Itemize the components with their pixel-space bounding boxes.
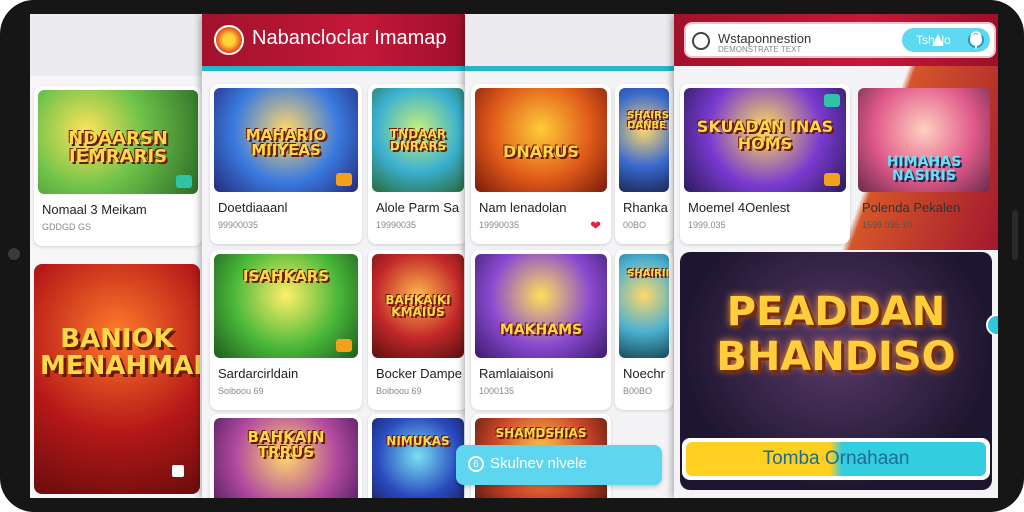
game-subtitle: 1000135 xyxy=(479,386,515,396)
game-thumbnail: BAHKAIKI KMAIUS xyxy=(372,254,464,358)
featured-promo[interactable]: PEADDAN BHANDISO Tomba Ornahaan xyxy=(680,252,992,490)
chat-icon[interactable]: ● xyxy=(862,28,886,52)
panel-header xyxy=(465,14,685,66)
game-subtitle: Boiboou 69 xyxy=(376,386,422,396)
game-name: Alole Parm Sa xyxy=(376,200,460,215)
game-thumbnail: ISAHKARS xyxy=(214,254,358,358)
thumbnail-caption: SHAMDSHIAS xyxy=(495,425,587,440)
game-card[interactable]: NIMUKAS xyxy=(368,414,468,498)
game-card[interactable]: NDAARSN IEMRARIS Nomaal 3 Meikam GDDGD G… xyxy=(34,86,202,246)
game-name: Noechr xyxy=(623,366,665,381)
game-name: Rhanka xyxy=(623,200,668,215)
thumbnail-caption: NIMUKAS xyxy=(386,434,450,449)
app-header: Wstaponnestion DEMONSTRATE TEXT Tshelo ●… xyxy=(674,14,998,66)
thumbnail-caption: HIMAHAS NASIRIS xyxy=(886,153,962,185)
thumbnail-caption: DNARUS xyxy=(503,142,579,162)
game-subtitle: GDDGD GS xyxy=(42,222,92,232)
game-name: Nomaal 3 Meikam xyxy=(42,202,147,217)
thumbnail-caption: MAHARIO MIIYEAS xyxy=(245,125,327,160)
thumbnail-caption: SHAIRIIN xyxy=(627,267,669,279)
home-button[interactable] xyxy=(172,465,184,477)
game-card[interactable]: MAHARIO MIIYEAS Doetdiaaanl 99900035 xyxy=(210,84,362,244)
game-thumbnail: TNDAAR DNRARS xyxy=(372,88,464,192)
game-thumbnail: SHAIRS DANBE xyxy=(619,88,669,192)
promo-button-label: Tomba Ornahaan xyxy=(686,442,986,476)
game-subtitle: B00BO xyxy=(623,386,653,396)
promo-button[interactable]: Tomba Ornahaan xyxy=(682,438,990,480)
panel-center: DNARUS Nam lenadolan 19990035 ❤ SHAIRS D… xyxy=(465,14,685,498)
header-strip xyxy=(202,66,468,71)
game-name: Doetdiaaanl xyxy=(218,200,288,215)
screen: NDAARSN IEMRARIS Nomaal 3 Meikam GDDGD G… xyxy=(30,14,998,498)
game-thumbnail: SHAIRIIN xyxy=(619,254,669,358)
thumbnail-caption: BAHKAIKI KMAIUS xyxy=(385,292,451,320)
game-card[interactable]: BAHKAIKI KMAIUS Bocker Dampe Boiboou 69 xyxy=(368,250,468,410)
game-subtitle: 19990035 xyxy=(479,220,520,230)
promo-caption: PEADDAN BHANDISO xyxy=(716,289,956,380)
game-name: Polenda Pekalen xyxy=(862,200,961,215)
header-strip xyxy=(465,66,685,71)
thumbnail-caption: BAHKAIN TRRUS xyxy=(247,427,325,462)
game-thumbnail: DNARUS xyxy=(475,88,607,192)
game-card[interactable]: ISAHKARS Sardarcirldain Soiboou 69 xyxy=(210,250,362,410)
panel-right: Wstaponnestion DEMONSTRATE TEXT Tshelo ●… xyxy=(674,14,998,498)
thumbnail-caption: MAKHAMS xyxy=(499,321,583,338)
controller-icon xyxy=(692,32,710,50)
card-tag xyxy=(335,339,352,352)
game-card[interactable]: DNARUS Nam lenadolan 19990035 ❤ xyxy=(471,84,611,244)
app-logo xyxy=(214,25,244,55)
game-thumbnail: HIMAHAS NASIRIS xyxy=(858,88,990,192)
game-name: Nam lenadolan xyxy=(479,200,567,215)
game-card[interactable]: SKUADAN INAS HOMS Moemel 4Oenlest 1999.0… xyxy=(680,84,850,244)
toast-label: Skulnev nlvele xyxy=(490,455,587,472)
banner-caption: BANIOK MENAHMAH xyxy=(40,324,200,382)
game-subtitle: Soiboou 69 xyxy=(218,386,264,396)
game-name: Bocker Dampe xyxy=(376,366,462,381)
bell-icon[interactable]: ▲ xyxy=(926,28,950,52)
panel-left: NDAARSN IEMRARIS Nomaal 3 Meikam GDDGD G… xyxy=(30,76,206,498)
game-thumbnail: MAKHAMS xyxy=(475,254,607,358)
game-thumbnail: SKUADAN INAS HOMS xyxy=(684,88,846,192)
game-thumbnail: NDAARSN IEMRARIS xyxy=(38,90,198,194)
game-card[interactable]: SHAIRS DANBE Rhanka 00BO xyxy=(615,84,673,244)
app-title: Nabancloclar Imamap xyxy=(252,27,447,49)
game-card[interactable]: BAHKAIN TRRUS xyxy=(210,414,362,498)
thumbnail-caption: ISAHKARS xyxy=(242,266,330,285)
camera-sensor xyxy=(8,248,20,260)
thumbnail-caption: NDAARSN IEMRARIS xyxy=(68,127,168,168)
game-subtitle: 19990035 xyxy=(376,220,417,230)
game-card[interactable]: HIMAHAS NASIRIS Polenda Pekalen 1599.035… xyxy=(854,84,994,244)
game-thumbnail: NIMUKAS xyxy=(372,418,464,498)
card-tag xyxy=(823,173,840,186)
game-name: Moemel 4Oenlest xyxy=(688,200,790,215)
side-button xyxy=(1012,210,1018,260)
thumbnail-caption: SHAIRS DANBE xyxy=(627,109,669,132)
game-subtitle: 00BO xyxy=(623,220,647,230)
device-frame: ← NDAARSN IEMRARIS Nomaal 3 Meikam GDDGD… xyxy=(0,0,1024,512)
toast-button[interactable]: 6 Skulnev nlvele xyxy=(456,445,662,485)
app-header: Nabancloclar Imamap xyxy=(202,14,468,66)
favorite-heart-icon[interactable]: ❤ xyxy=(590,218,601,234)
search-icon[interactable]: ⚲ xyxy=(964,28,988,52)
game-card[interactable]: MAKHAMS Ramlaiaisoni 1000135 xyxy=(471,250,611,410)
thumbnail-caption: TNDAAR DNRARS xyxy=(389,126,447,154)
game-name: Sardarcirldain xyxy=(218,366,299,381)
thumbnail-caption: SKUADAN INAS HOMS xyxy=(696,117,834,153)
game-subtitle: 99900035 xyxy=(218,220,259,230)
game-subtitle: 1599.035 10 xyxy=(862,220,913,230)
promo-banner[interactable]: BANIOK MENAHMAH xyxy=(34,264,200,494)
game-name: Ramlaiaisoni xyxy=(479,366,554,381)
card-tag xyxy=(335,173,352,186)
panel-middle: Nabancloclar Imamap MAHARIO MIIYEAS Doet… xyxy=(202,14,468,498)
search-input[interactable]: Wstaponnestion xyxy=(718,31,811,46)
info-icon: 6 xyxy=(468,456,484,473)
game-card[interactable]: SHAIRIIN Noechr B00BO xyxy=(615,250,673,410)
search-subtext: DEMONSTRATE TEXT xyxy=(718,45,802,54)
game-thumbnail: MAHARIO MIIYEAS xyxy=(214,88,358,192)
card-tag xyxy=(175,175,192,188)
card-tag xyxy=(823,94,840,107)
game-thumbnail: BAHKAIN TRRUS xyxy=(214,418,358,498)
game-card[interactable]: TNDAAR DNRARS Alole Parm Sa 19990035 xyxy=(368,84,468,244)
game-subtitle: 1999.035 xyxy=(688,220,726,230)
